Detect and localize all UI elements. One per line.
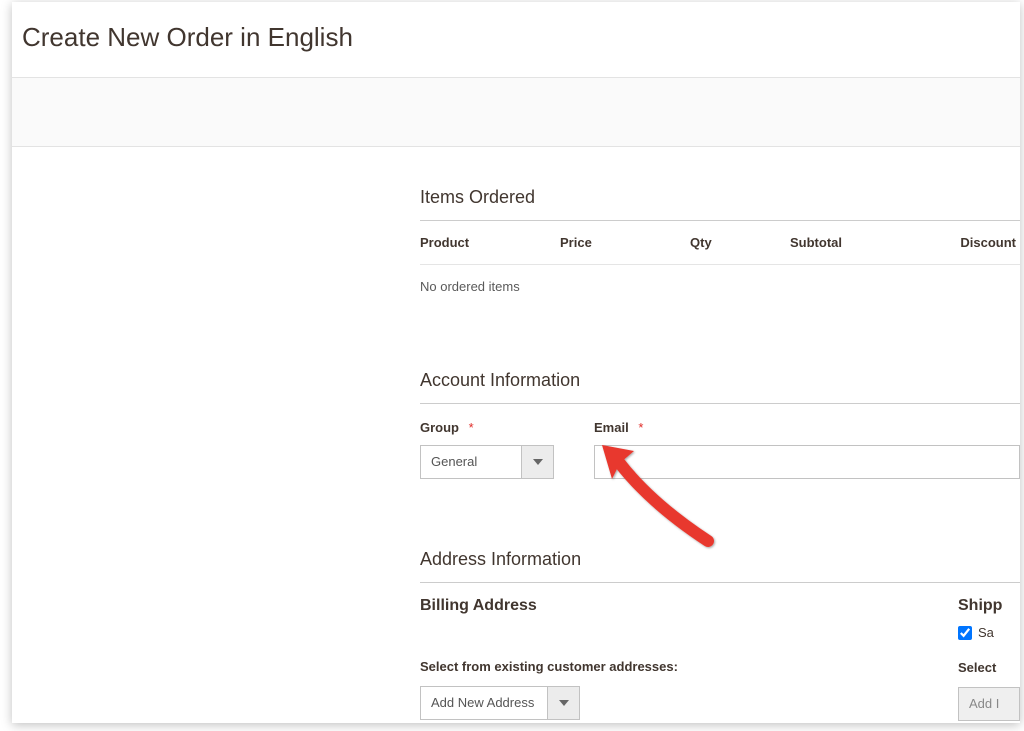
same-as-billing-checkbox[interactable]	[958, 626, 972, 640]
chevron-down-icon	[547, 687, 579, 719]
group-label-text: Group	[420, 420, 459, 435]
billing-existing-label: Select from existing customer addresses:	[420, 659, 938, 674]
account-info-section: Account Information Group * General	[420, 370, 1020, 479]
billing-address-title: Billing Address	[420, 597, 938, 615]
items-col-product: Product	[420, 221, 560, 265]
toolbar-band	[12, 77, 1020, 147]
chevron-down-icon	[521, 446, 553, 478]
group-select[interactable]: General	[420, 445, 554, 479]
shipping-address-col: Shipp Sa Select Add I	[958, 597, 1020, 721]
email-field[interactable]	[594, 445, 1020, 479]
shipping-existing-label: Select	[958, 660, 1020, 675]
items-col-discount: Discount	[950, 221, 1020, 265]
page-title: Create New Order in English	[12, 2, 1020, 77]
items-ordered-section: Items Ordered Product Price Qty Subtotal…	[420, 187, 1020, 308]
items-table: Product Price Qty Subtotal Discount	[420, 221, 1020, 265]
group-select-value: General	[421, 446, 521, 478]
billing-address-select-value: Add New Address	[421, 687, 547, 719]
email-label-text: Email	[594, 420, 629, 435]
billing-address-col: Billing Address Select from existing cus…	[420, 597, 938, 721]
address-info-section: Address Information Billing Address Sele…	[420, 549, 1020, 721]
no-items-message: No ordered items	[420, 265, 1020, 308]
group-label: Group *	[420, 420, 554, 435]
items-col-qty: Qty	[680, 221, 790, 265]
shipping-address-title: Shipp	[958, 597, 1020, 615]
shipping-address-select[interactable]: Add I	[958, 687, 1020, 721]
required-star: *	[638, 420, 643, 435]
items-ordered-title: Items Ordered	[420, 187, 1020, 221]
items-col-price: Price	[560, 221, 680, 265]
billing-address-select[interactable]: Add New Address	[420, 686, 580, 720]
same-as-billing-label: Sa	[978, 625, 994, 640]
account-info-title: Account Information	[420, 370, 1020, 404]
address-info-title: Address Information	[420, 549, 1020, 583]
email-label: Email *	[594, 420, 1020, 435]
required-star: *	[469, 420, 474, 435]
items-col-subtotal: Subtotal	[790, 221, 950, 265]
